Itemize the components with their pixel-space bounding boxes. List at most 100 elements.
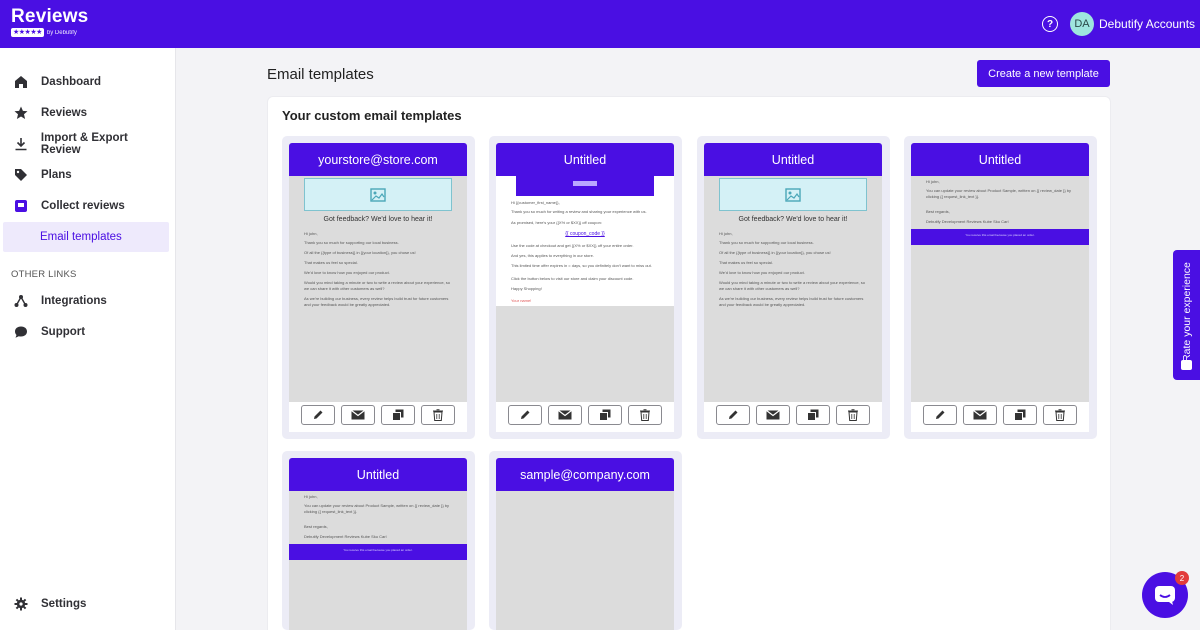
- sidebar-item-email-templates[interactable]: Email templates: [3, 222, 169, 252]
- sidebar-item-label: Import & Export Review: [40, 132, 128, 156]
- template-preview[interactable]: Hi {{customer_first_name}}, Thank you so…: [496, 176, 674, 402]
- page-title: Email templates: [267, 66, 374, 83]
- preview-banner: [516, 176, 654, 196]
- rate-experience-tab[interactable]: Rate your experience: [1173, 250, 1200, 380]
- sidebar-item-label: Dashboard: [41, 76, 102, 88]
- template-name: yourstore@store.com: [289, 143, 467, 176]
- reviews-logo[interactable]: Reviews ★★★★★ by Debutify: [11, 7, 88, 37]
- preview-text: That makes us feel so special.: [719, 260, 773, 265]
- preview-text: Click the button below to visit our stor…: [511, 276, 634, 281]
- trash-icon[interactable]: [836, 405, 870, 425]
- sidebar-item-support[interactable]: Support: [0, 317, 170, 347]
- template-actions: [496, 402, 674, 432]
- template-name: Untitled: [289, 458, 467, 491]
- integrations-icon: [13, 293, 29, 309]
- sidebar-item-label: Reviews: [41, 107, 88, 119]
- preview-text: Debutify Development Reviews Kube Sku Ca…: [926, 219, 1009, 224]
- preview-heading: Got feedback? We'd love to hear it!: [738, 216, 848, 223]
- preview-text: Of all the {{type of business}} in {{you…: [304, 250, 416, 255]
- template-actions: [704, 402, 882, 432]
- top-bar: Reviews ★★★★★ by Debutify ? DA Debutify …: [0, 0, 1200, 48]
- question-circle-icon[interactable]: ?: [1042, 16, 1058, 32]
- envelope-icon[interactable]: [963, 405, 997, 425]
- logo-stars: ★★★★★: [11, 28, 44, 37]
- band-text: You receive this email because you place…: [343, 548, 413, 552]
- feedback-icon: [1181, 360, 1192, 370]
- preview-text: Thank you so much for supporting our loc…: [719, 240, 814, 245]
- copy-icon[interactable]: [796, 405, 830, 425]
- preview-text: You can update your review about Product…: [926, 188, 1072, 199]
- preview-text: And yes, this applies to everything in o…: [511, 253, 594, 258]
- collect-icon: [13, 198, 29, 214]
- other-links-heading: OTHER LINKS: [11, 269, 77, 280]
- sidebar-item-label: Support: [41, 326, 86, 338]
- pencil-icon[interactable]: [923, 405, 957, 425]
- template-preview[interactable]: Hi john, You can update your review abou…: [289, 491, 467, 630]
- sidebar-item-label: Settings: [41, 598, 87, 610]
- template-actions: [911, 402, 1089, 432]
- template-card[interactable]: Untitled Got feedback? We'd love to hear…: [697, 136, 890, 439]
- preview-text: Your name!: [511, 298, 532, 303]
- preview-text: Thank you so much for writing a review a…: [511, 209, 647, 214]
- sidebar-item-label: Plans: [41, 169, 72, 181]
- preview-text: Happy Shopping!: [511, 286, 542, 291]
- sidebar-item-label: Integrations: [41, 295, 107, 307]
- sidebar-item-import-export[interactable]: Import & Export Review: [0, 129, 170, 159]
- chat-icon: [1155, 586, 1175, 605]
- template-preview[interactable]: Hi john, You can update your review abou…: [911, 176, 1089, 402]
- envelope-icon[interactable]: [548, 405, 582, 425]
- pencil-icon[interactable]: [508, 405, 542, 425]
- coupon-code: {{ coupon_code }}: [565, 231, 605, 237]
- trash-icon[interactable]: [1043, 405, 1077, 425]
- band-text: You receive this email because you place…: [965, 233, 1035, 237]
- template-preview[interactable]: Got feedback? We'd love to hear it! Hi j…: [289, 176, 467, 402]
- preview-text: As we're building our business, every re…: [304, 296, 449, 307]
- pencil-icon[interactable]: [716, 405, 750, 425]
- logo-sub: ★★★★★ by Debutify: [11, 28, 88, 37]
- template-name: sample@company.com: [496, 458, 674, 491]
- template-card[interactable]: Untitled Hi {{customer_first_name}}, Tha…: [489, 136, 682, 439]
- preview-footer-band: You receive this email because you place…: [289, 544, 467, 560]
- download-icon: [13, 136, 29, 152]
- envelope-icon[interactable]: [756, 405, 790, 425]
- template-card[interactable]: Untitled Hi john, You can update your re…: [904, 136, 1097, 439]
- template-actions: [289, 402, 467, 432]
- sidebar-item-collect-reviews[interactable]: Collect reviews: [0, 191, 170, 221]
- sidebar-item-settings[interactable]: Settings: [0, 589, 170, 619]
- pencil-icon[interactable]: [301, 405, 335, 425]
- logo-mini: [573, 181, 597, 186]
- avatar[interactable]: DA: [1070, 12, 1094, 36]
- trash-icon[interactable]: [421, 405, 455, 425]
- preview-text: As we're building our business, every re…: [719, 296, 864, 307]
- template-name: Untitled: [911, 143, 1089, 176]
- gear-icon: [13, 596, 29, 612]
- template-card[interactable]: sample@company.com: [489, 451, 682, 630]
- envelope-icon[interactable]: [341, 405, 375, 425]
- sidebar-item-integrations[interactable]: Integrations: [0, 286, 170, 316]
- section-title: Your custom email templates: [282, 108, 462, 123]
- sidebar-item-label: Email templates: [40, 231, 122, 243]
- preview-text: Hi john,: [719, 231, 733, 236]
- sidebar-item-plans[interactable]: Plans: [0, 160, 170, 190]
- template-preview[interactable]: [496, 491, 674, 630]
- preview-heading: Got feedback? We'd love to hear it!: [323, 216, 433, 223]
- sidebar: Dashboard Reviews Import & Export Review…: [0, 48, 176, 630]
- account-name[interactable]: Debutify Accounts: [1099, 17, 1195, 31]
- sidebar-item-reviews[interactable]: Reviews: [0, 98, 170, 128]
- create-template-button[interactable]: Create a new template: [977, 60, 1110, 87]
- template-preview[interactable]: Got feedback? We'd love to hear it! Hi j…: [704, 176, 882, 402]
- logo-text: Reviews: [11, 6, 89, 27]
- chat-badge: 2: [1175, 571, 1189, 585]
- template-card[interactable]: yourstore@store.com Got feedback? We'd l…: [282, 136, 475, 439]
- copy-icon[interactable]: [588, 405, 622, 425]
- preview-text: Use the code at checkout and get {{X% or…: [511, 243, 634, 248]
- copy-icon[interactable]: [1003, 405, 1037, 425]
- sidebar-item-dashboard[interactable]: Dashboard: [0, 67, 170, 97]
- preview-text: Would you mind taking a minute or two to…: [719, 280, 865, 291]
- star-icon: [13, 105, 29, 121]
- trash-icon[interactable]: [628, 405, 662, 425]
- tag-icon: [13, 167, 29, 183]
- copy-icon[interactable]: [381, 405, 415, 425]
- image-placeholder-icon: [304, 178, 452, 211]
- template-card[interactable]: Untitled Hi john, You can update your re…: [282, 451, 475, 630]
